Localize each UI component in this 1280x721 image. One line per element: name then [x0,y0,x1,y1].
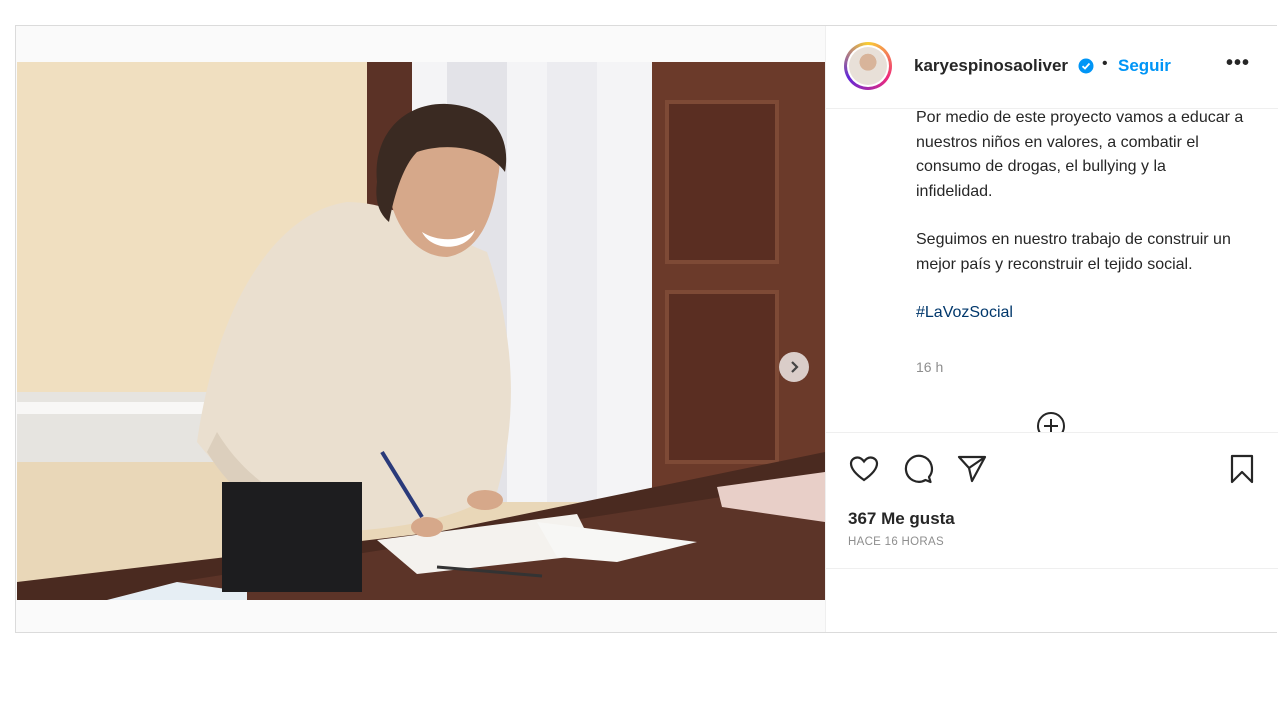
post-actions: 367 Me gusta HACE 16 HORAS [826,432,1278,573]
carousel-next-button[interactable] [779,352,809,382]
post-caption: Por medio de este proyecto vamos a educa… [916,106,1246,350]
chevron-right-icon [791,361,799,373]
share-icon[interactable] [956,453,988,485]
instagram-post: karyespinosaoliver • Seguir ••• Por medi… [15,25,1278,633]
plus-circle-icon [1037,412,1065,433]
photo-woman-signing-document [17,62,825,600]
caption-paragraph: Por medio de este proyecto vamos a educa… [916,109,1244,200]
follow-button[interactable]: Seguir [1118,56,1171,76]
load-more-comments-button[interactable] [1036,411,1066,433]
caption-timestamp: 16 h [916,359,944,375]
comment-icon[interactable] [902,453,934,485]
hashtag-link[interactable]: #LaVozSocial [916,304,1013,321]
verified-badge-icon [1078,58,1094,74]
caption-paragraph: Seguimos en nuestro trabajo de construir… [916,231,1231,273]
post-image[interactable] [17,62,825,600]
post-header: karyespinosaoliver • Seguir ••• [826,26,1278,109]
avatar[interactable] [844,42,892,90]
heart-icon[interactable] [848,453,880,485]
post-time-ago: HACE 16 HORAS [848,536,944,548]
likes-count[interactable]: 367 Me gusta [848,509,955,529]
dot-separator: • [1102,55,1108,72]
comment-input[interactable] [848,583,1212,615]
post-sidebar: karyespinosaoliver • Seguir ••• Por medi… [825,26,1278,632]
bookmark-icon[interactable] [1226,453,1258,485]
username[interactable]: karyespinosaoliver [914,56,1068,76]
add-comment-section [826,568,1278,633]
avatar-image [849,47,887,85]
more-options-button[interactable]: ••• [1226,52,1250,75]
